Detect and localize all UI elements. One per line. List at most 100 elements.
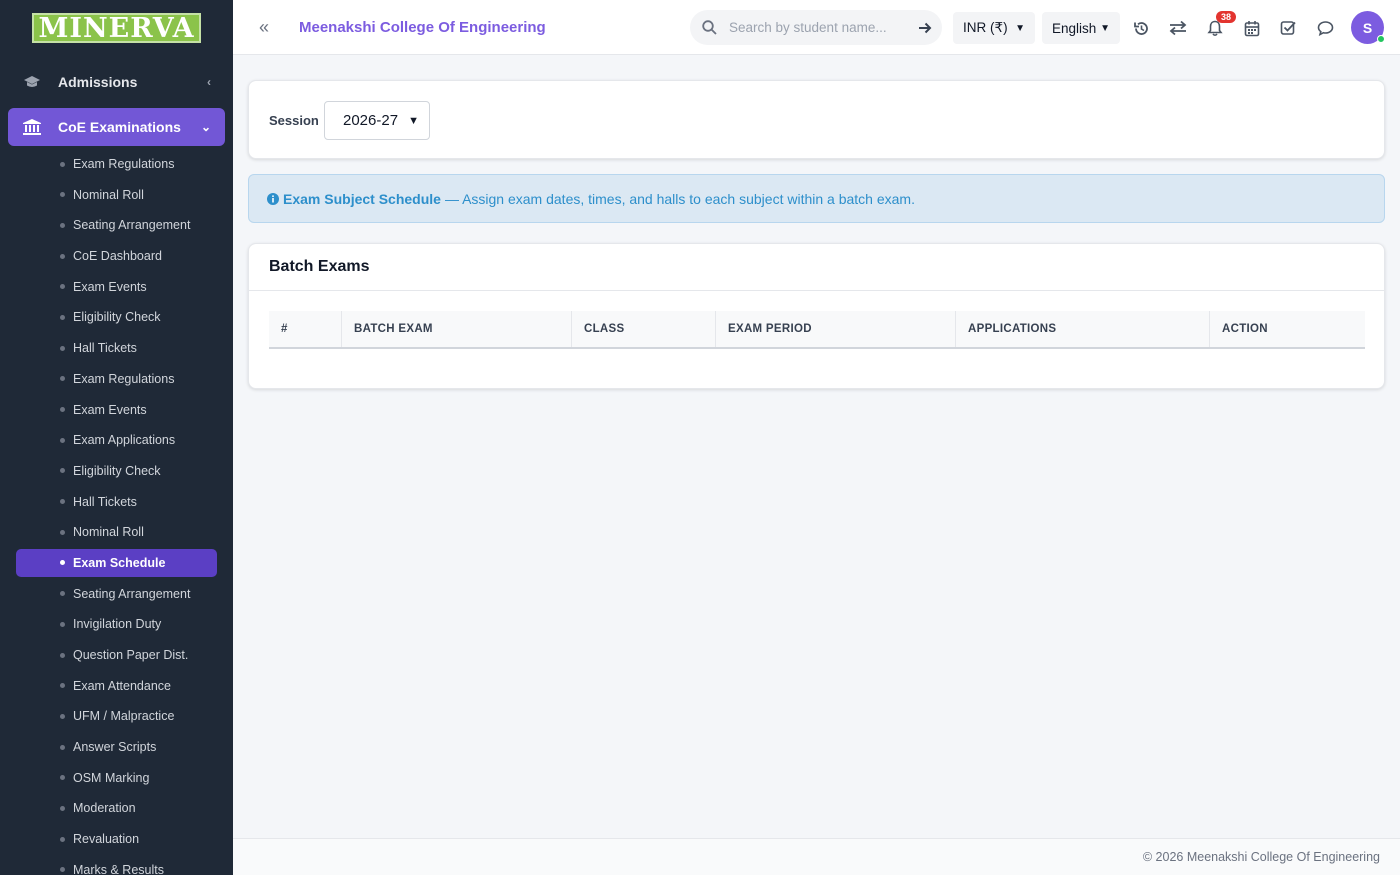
bullet-icon (60, 499, 65, 505)
bullet-icon (60, 529, 65, 535)
sidebar-subitem-label: OSM Marking (73, 770, 150, 785)
calendar-icon[interactable] (1241, 17, 1263, 39)
sidebar-subitem-label: Seating Arrangement (73, 218, 191, 233)
sidebar-subitem[interactable]: Exam Applications (16, 426, 217, 454)
sidebar-subitem[interactable]: Moderation (16, 794, 217, 822)
sidebar-subitem[interactable]: Nominal Roll (16, 518, 217, 546)
sidebar-subitem[interactable]: Exam Schedule (16, 548, 217, 577)
session-select[interactable]: 2026-27 ▼ (324, 101, 430, 140)
session-card: Session 2026-27 ▼ (248, 80, 1385, 159)
sidebar-subitem-label: Answer Scripts (73, 740, 157, 755)
sidebar-subitem[interactable]: Invigilation Duty (16, 610, 217, 638)
language-select[interactable]: English ▼ (1042, 12, 1120, 44)
student-search[interactable]: Search by student name... (690, 10, 942, 45)
sidebar-subitem[interactable]: Question Paper Dist. (16, 641, 217, 669)
sidebar-subitem-label: Exam Events (73, 279, 147, 294)
online-status-indicator (1377, 35, 1385, 43)
sidebar-subitem[interactable]: OSM Marking (16, 764, 217, 792)
column-header: CLASS (572, 311, 716, 347)
sidebar-subitem-label: Exam Regulations (73, 371, 175, 386)
column-header: APPLICATIONS (956, 311, 1210, 347)
sidebar-subitem[interactable]: Revaluation (16, 825, 217, 853)
bullet-icon (60, 468, 65, 474)
bullet-icon (60, 805, 65, 811)
sidebar-subitem-label: Seating Arrangement (73, 586, 191, 601)
sidebar-subitem-label: CoE Dashboard (73, 249, 162, 264)
bullet-icon (60, 161, 65, 167)
sidebar-subitem-label: Nominal Roll (73, 187, 144, 202)
sidebar-subitem[interactable]: Nominal Roll (16, 181, 217, 209)
bullet-icon (60, 253, 65, 259)
bullet-icon (60, 775, 65, 781)
sidebar-subitem[interactable]: Exam Events (16, 396, 217, 424)
sidebar: MINERVA Admissions ‹ CoE Examinations ⌄ … (0, 0, 233, 875)
sidebar-subitem-label: Nominal Roll (73, 525, 144, 540)
avatar-initial: S (1362, 19, 1373, 36)
bullet-icon (60, 621, 65, 627)
chevron-down-icon: ⌄ (200, 120, 211, 134)
sidebar-item-admissions[interactable]: Admissions ‹ (8, 63, 225, 101)
sidebar-subitem[interactable]: Answer Scripts (16, 733, 217, 761)
sidebar-subitem[interactable]: Marks & Results (16, 856, 217, 875)
institution-icon (22, 119, 42, 135)
search-icon (702, 20, 717, 35)
bullet-icon (60, 867, 65, 873)
sidebar-subitem[interactable]: Hall Tickets (16, 334, 217, 362)
bullet-icon (60, 683, 65, 689)
sidebar-subitem[interactable]: Exam Attendance (16, 672, 217, 700)
bullet-icon (60, 345, 65, 351)
college-name: Meenakshi College Of Engineering (299, 18, 546, 36)
sidebar-subitem[interactable]: Hall Tickets (16, 488, 217, 516)
column-header: # (269, 311, 342, 347)
logo[interactable]: MINERVA (32, 12, 201, 44)
bullet-icon (60, 652, 65, 658)
sidebar-subitem[interactable]: Eligibility Check (16, 457, 217, 485)
chevron-left-icon: ‹ (207, 75, 211, 89)
sidebar-subitem[interactable]: Seating Arrangement (16, 211, 217, 239)
info-text: — Assign exam dates, times, and halls to… (444, 190, 915, 207)
sidebar-subitem[interactable]: CoE Dashboard (16, 242, 217, 270)
sidebar-subitem[interactable]: Eligibility Check (16, 303, 217, 331)
sidebar-subitem[interactable]: Exam Events (16, 273, 217, 301)
chevron-down-icon: ▼ (1100, 22, 1110, 34)
history-icon[interactable] (1130, 17, 1152, 39)
logo-text: MINERVA (38, 12, 195, 44)
sidebar-subitem[interactable]: Exam Regulations (16, 365, 217, 393)
sidebar-subitem-label: Exam Attendance (73, 678, 171, 693)
currency-select[interactable]: INR (₹) ▼ (953, 12, 1035, 44)
avatar[interactable]: S (1351, 11, 1385, 44)
bullet-icon (60, 314, 65, 320)
chat-icon[interactable] (1314, 17, 1336, 39)
sidebar-subitem-label: Invigilation Duty (73, 617, 162, 632)
sidebar-subitem-label: UFM / Malpractice (73, 709, 175, 724)
bullet-icon (60, 407, 65, 412)
column-header: BATCH EXAM (342, 311, 572, 347)
column-header: EXAM PERIOD (716, 311, 956, 347)
arrow-right-icon[interactable] (918, 22, 932, 34)
batch-exams-title: Batch Exams (249, 244, 1384, 291)
bullet-icon (60, 836, 65, 842)
bullet-icon (60, 376, 65, 382)
sidebar-subitem[interactable]: Seating Arrangement (16, 580, 217, 608)
sidebar-subitem-label: Hall Tickets (73, 341, 137, 356)
sidebar-subitem-label: Moderation (73, 801, 136, 816)
info-alert: Exam Subject Schedule — Assign exam date… (248, 174, 1385, 223)
info-icon (267, 192, 279, 205)
search-input[interactable]: Search by student name... (729, 20, 918, 35)
collapse-sidebar-icon[interactable]: « (259, 17, 281, 38)
bell-icon[interactable]: 38 (1204, 11, 1237, 39)
switch-icon[interactable] (1167, 17, 1189, 39)
sidebar-subitem[interactable]: UFM / Malpractice (16, 702, 217, 730)
sidebar-subitem-label: Exam Schedule (73, 555, 166, 570)
footer: © 2026 Meenakshi College Of Engineering (233, 838, 1400, 875)
session-label: Session (269, 113, 319, 128)
bullet-icon (60, 192, 65, 198)
checkbox-icon[interactable] (1277, 17, 1299, 39)
sidebar-item-coe-examinations[interactable]: CoE Examinations ⌄ (8, 108, 225, 146)
sidebar-subitem-label: Eligibility Check (73, 463, 161, 478)
sidebar-subitem-label: Exam Events (73, 402, 147, 417)
bullet-icon (60, 713, 65, 719)
column-header: ACTION (1222, 323, 1268, 335)
chevron-down-icon: ▼ (1015, 22, 1025, 34)
sidebar-subitem[interactable]: Exam Regulations (16, 150, 217, 178)
